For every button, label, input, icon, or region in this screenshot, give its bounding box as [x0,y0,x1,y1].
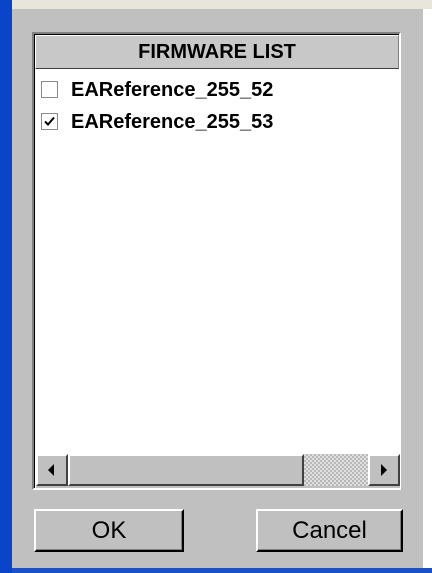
right-strip [423,9,432,568]
scroll-thumb[interactable] [68,454,304,486]
scroll-track[interactable] [304,454,368,486]
window-frame-bottom [12,568,432,573]
scroll-right-button[interactable] [368,454,400,486]
horizontal-scrollbar[interactable] [36,454,400,488]
cancel-button[interactable]: Cancel [256,509,403,552]
arrow-right-icon [381,464,387,476]
list-header[interactable]: FIRMWARE LIST [35,35,399,69]
scroll-left-button[interactable] [36,454,68,486]
list-item-label: EAReference_255_53 [71,111,274,133]
firmware-listbox[interactable]: FIRMWARE LIST EAReference_255_52 EARefer… [32,32,401,490]
list-item[interactable]: EAReference_255_52 [41,77,391,105]
top-strip [0,0,432,9]
window-frame-left [0,0,12,573]
checkbox-checked[interactable] [41,113,58,130]
list-item[interactable]: EAReference_255_53 [41,109,391,137]
list-item-label: EAReference_255_52 [71,79,274,101]
arrow-left-icon [48,464,54,476]
checkmark-icon [44,116,55,126]
ok-button[interactable]: OK [34,509,184,552]
checkbox-unchecked[interactable] [41,81,58,98]
